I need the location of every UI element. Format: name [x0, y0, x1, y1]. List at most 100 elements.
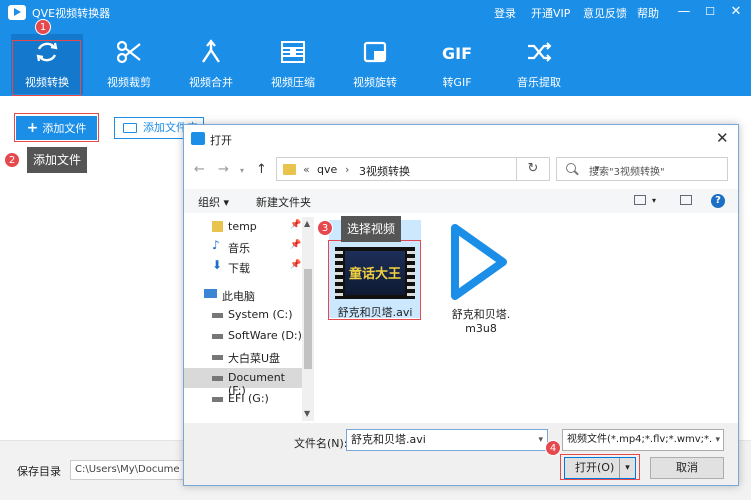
minimize-button[interactable]: —: [675, 3, 693, 21]
tool-video-trim[interactable]: 视频裁剪: [93, 34, 165, 94]
highlight-box-4: [560, 454, 640, 480]
drive-icon: [212, 334, 223, 339]
callout-add-file: 添加文件: [27, 147, 88, 173]
new-folder-button[interactable]: 新建文件夹: [256, 194, 311, 210]
menu-help[interactable]: 帮助: [637, 5, 659, 21]
play-file-icon: [451, 224, 507, 300]
navigation-pane: temp 📌 ♪ 音乐 📌 ⬇ 下载 📌 此电脑 System (C:) Sof…: [184, 217, 314, 421]
computer-icon: [204, 289, 217, 298]
tool-video-merge[interactable]: 视频合并: [175, 34, 247, 94]
forward-arrow-icon[interactable]: →: [218, 162, 229, 177]
step-badge-3: 3: [317, 220, 333, 236]
close-button[interactable]: ✕: [727, 3, 745, 21]
help-icon[interactable]: ?: [711, 194, 725, 208]
drive-icon: [212, 313, 223, 318]
nav-label: SoftWare (D:): [228, 329, 302, 342]
filename-input[interactable]: 舒克和贝塔.avi ▾: [346, 429, 548, 451]
rotate-icon: [339, 38, 411, 66]
nav-label: EFI (G:): [228, 392, 269, 405]
nav-label: 下载: [228, 262, 250, 275]
nav-item-drive-g[interactable]: EFI (G:): [184, 389, 302, 409]
nav-scrollbar[interactable]: ▲ ▼: [302, 217, 314, 421]
tool-music-extract[interactable]: 音乐提取: [503, 34, 575, 94]
command-bar: 组织 ▾ 新建文件夹 ▾ ?: [184, 189, 738, 213]
dialog-title-bar: 打开 ✕: [184, 125, 738, 153]
folder-icon: [212, 221, 223, 232]
view-options-icon[interactable]: [634, 195, 646, 205]
menu-feedback[interactable]: 意见反馈: [583, 5, 627, 21]
folder-icon: [123, 123, 137, 133]
dialog-close-icon[interactable]: ✕: [716, 129, 729, 147]
file-name-line1: 舒克和贝塔.: [451, 308, 511, 321]
search-placeholder: 搜索"3视频转换": [589, 167, 665, 178]
filename-label: 文件名(N):: [294, 437, 348, 450]
breadcrumb-separator: ›: [345, 163, 350, 176]
breadcrumb-qve[interactable]: qve: [317, 163, 337, 176]
drive-icon: [212, 376, 223, 381]
nav-label: System (C:): [228, 308, 293, 321]
nav-label: temp: [228, 220, 257, 233]
tool-video-compress[interactable]: 视频压缩: [257, 34, 329, 94]
filename-value: 舒克和贝塔.avi: [351, 433, 426, 446]
nav-item-music[interactable]: ♪ 音乐 📌: [184, 237, 302, 257]
gif-icon-text: GIF: [442, 44, 472, 63]
tool-label: 视频合并: [189, 76, 233, 89]
filename-dropdown-icon[interactable]: ▾: [538, 430, 543, 450]
menu-vip[interactable]: 开通VIP: [531, 5, 570, 21]
file-name-line2: m3u8: [465, 322, 497, 335]
save-dir-label: 保存目录: [17, 465, 61, 478]
step-badge-2: 2: [4, 152, 20, 168]
maximize-button[interactable]: ☐: [701, 3, 719, 21]
preview-pane-icon[interactable]: [680, 195, 692, 205]
tool-label: 音乐提取: [517, 76, 561, 89]
step-badge-1: 1: [35, 19, 51, 35]
nav-item-temp[interactable]: temp 📌: [184, 217, 302, 237]
tool-to-gif[interactable]: GIF 转GIF: [421, 34, 493, 94]
view-chevron-icon[interactable]: ▾: [652, 196, 656, 205]
scroll-up-icon[interactable]: ▲: [304, 219, 310, 228]
nav-label: 音乐: [228, 242, 250, 255]
app-logo-icon: [191, 132, 205, 145]
recent-chevron-icon[interactable]: ▾: [240, 166, 244, 175]
nav-item-drive-f[interactable]: Document (F:): [184, 368, 302, 397]
nav-item-this-pc[interactable]: 此电脑: [184, 285, 302, 305]
highlight-box-1: [12, 40, 81, 96]
cancel-button[interactable]: 取消: [650, 457, 724, 479]
file-item-m3u8[interactable]: 舒克和贝塔. m3u8: [431, 220, 531, 335]
nav-item-drive-c[interactable]: System (C:): [184, 305, 302, 325]
gif-icon: GIF: [421, 38, 493, 66]
search-input[interactable]: 搜索"3视频转换": [556, 157, 728, 181]
step-badge-4: 4: [545, 440, 561, 456]
app-header: QVE视频转换器 登录 开通VIP 意见反馈 帮助 — ☐ ✕ 视频转换 视频裁…: [0, 0, 751, 96]
address-bar[interactable]: « qve › 3视频转换 ▾: [276, 157, 600, 181]
file-type-dropdown-icon[interactable]: ▾: [713, 430, 720, 450]
menu-login[interactable]: 登录: [494, 5, 516, 21]
dialog-nav-bar: ← → ▾ ↑ « qve › 3视频转换 ▾ ↻ 搜索"3视频转换": [184, 157, 738, 183]
title-bar: QVE视频转换器 登录 开通VIP 意见反馈 帮助 — ☐ ✕: [0, 0, 751, 26]
drive-icon: [212, 397, 223, 402]
compress-icon: [257, 38, 329, 66]
breadcrumb-overflow[interactable]: «: [303, 163, 310, 176]
organize-menu[interactable]: 组织 ▾: [198, 194, 229, 210]
breadcrumb-current[interactable]: 3视频转换: [359, 163, 410, 179]
music-icon: ♪: [212, 238, 220, 252]
up-arrow-icon[interactable]: ↑: [256, 162, 267, 177]
pin-icon: 📌: [290, 240, 302, 250]
scroll-down-icon[interactable]: ▼: [304, 409, 310, 418]
dialog-title: 打开: [210, 134, 232, 147]
open-file-dialog: 打开 ✕ ← → ▾ ↑ « qve › 3视频转换 ▾ ↻ 搜索"3视频转换"…: [183, 124, 739, 486]
tool-video-rotate[interactable]: 视频旋转: [339, 34, 411, 94]
nav-item-drive-d[interactable]: SoftWare (D:): [184, 326, 302, 346]
nav-item-drive-e[interactable]: 大白菜U盘 (E:): [184, 347, 302, 379]
nav-item-downloads[interactable]: ⬇ 下载 📌: [184, 257, 302, 277]
scissors-icon: [93, 38, 165, 66]
save-path-field[interactable]: C:\Users\My\Docume: [70, 460, 185, 480]
back-arrow-icon[interactable]: ←: [194, 162, 205, 177]
scroll-thumb[interactable]: [304, 269, 312, 369]
download-icon: ⬇: [212, 258, 223, 272]
drive-icon: [212, 355, 223, 360]
file-type-select[interactable]: 视频文件(*.mp4;*.flv;*.wmv;*.a ▾: [562, 429, 724, 451]
highlight-box-3: [328, 240, 421, 320]
refresh-icon[interactable]: ↻: [516, 157, 550, 181]
file-name: 舒克和贝塔. m3u8: [431, 308, 531, 336]
